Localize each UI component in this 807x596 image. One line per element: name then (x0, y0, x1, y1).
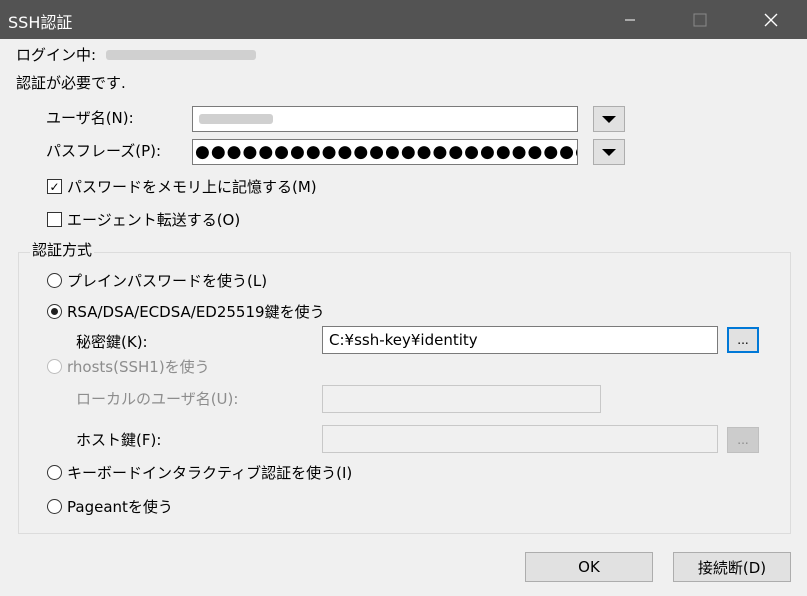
chevron-down-icon (602, 115, 616, 123)
passphrase-field[interactable]: ●●●●●●●●●●●●●●●●●●●●●●●●●● (192, 139, 578, 165)
agent-forward-label: エージェント転送する(O) (67, 211, 241, 229)
minimize-icon (625, 19, 635, 20)
rsa-key-radio[interactable] (47, 304, 62, 319)
close-icon (764, 13, 778, 26)
close-button[interactable] (748, 0, 794, 39)
username-dropdown-button[interactable] (593, 106, 625, 132)
private-key-label: 秘密鍵(K): (76, 333, 148, 351)
local-username-label: ローカルのユーザ名(U): (76, 390, 239, 408)
window-title: SSH認証 (8, 13, 73, 32)
remember-password-checkbox[interactable]: ✓ (47, 179, 62, 194)
remember-password-label: パスワードをメモリ上に記憶する(M) (67, 178, 317, 196)
host-key-label: ホスト鍵(F): (76, 431, 162, 449)
rsa-key-label: RSA/DSA/ECDSA/ED25519鍵を使う (67, 303, 325, 321)
agent-forward-checkbox[interactable] (47, 212, 62, 227)
username-label: ユーザ名(N): (46, 109, 134, 127)
radio-selected-dot (51, 308, 58, 315)
private-key-field[interactable]: C:¥ssh-key¥identity (322, 326, 718, 354)
private-key-browse-button[interactable]: ... (727, 327, 759, 353)
host-key-browse-button[interactable]: ... (727, 427, 759, 453)
passphrase-dropdown-button[interactable] (593, 139, 625, 165)
chevron-down-icon (602, 148, 616, 156)
pageant-label: Pageantを使う (67, 498, 173, 516)
passphrase-label: パスフレーズ(P): (46, 142, 162, 160)
maximize-icon (693, 13, 707, 26)
plain-password-radio[interactable] (47, 273, 62, 288)
plain-password-label: プレインパスワードを使う(L) (67, 272, 268, 290)
keyboard-interactive-radio[interactable] (47, 465, 62, 480)
blurred-hostname (106, 50, 256, 60)
maximize-button[interactable] (677, 0, 723, 39)
username-field[interactable] (192, 106, 578, 132)
keyboard-interactive-label: キーボードインタラクティブ認証を使う(I) (67, 464, 353, 482)
local-username-field[interactable] (322, 385, 601, 413)
ok-button[interactable]: OK (525, 552, 653, 582)
title-bar: SSH認証 (0, 0, 807, 39)
pageant-radio[interactable] (47, 499, 62, 514)
auth-method-group-title: 認証方式 (30, 240, 95, 260)
rhosts-radio[interactable] (47, 359, 62, 374)
rhosts-label: rhosts(SSH1)を使う (67, 358, 210, 376)
disconnect-button[interactable]: 接続断(D) (673, 552, 791, 582)
minimize-button[interactable] (607, 0, 653, 39)
login-label: ログイン中: (16, 46, 97, 64)
blurred-username (199, 114, 273, 124)
host-key-field[interactable] (322, 425, 718, 453)
check-icon: ✓ (49, 179, 60, 194)
auth-required-text: 認証が必要です. (16, 74, 126, 92)
